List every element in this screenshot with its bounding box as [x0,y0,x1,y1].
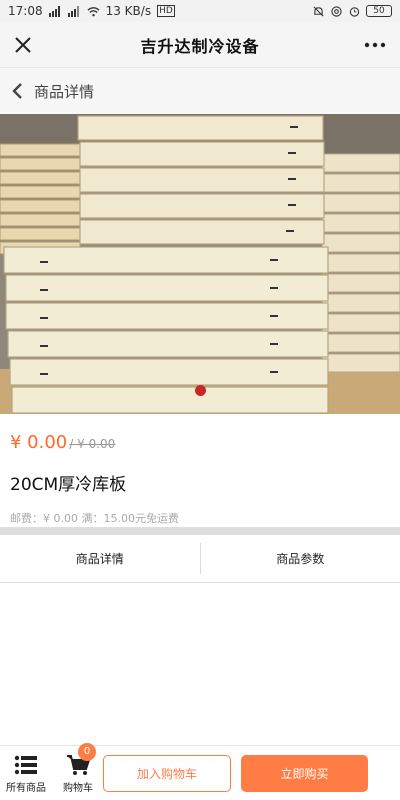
cart-label: 购物车 [63,782,93,794]
carousel-indicator[interactable] [195,385,206,396]
all-products-label: 所有商品 [6,782,46,794]
section-divider [0,527,400,535]
sub-header-title: 商品详情 [34,82,95,101]
signal-icon-2 [67,5,79,17]
detail-tabs: 商品详情 商品参数 [0,535,400,583]
chevron-left-icon [12,83,22,99]
status-time: 17:08 [8,4,43,18]
battery-icon: 50 [366,5,392,17]
price: ¥ 0.00 [10,432,68,453]
alarm-icon [349,6,360,17]
price-row: ¥ 0.00 / ¥ 0.00 [10,432,115,458]
hd-badge: HD [157,5,175,17]
shipping-info: 邮费：¥ 0.00 满：15.00元免运费 [10,512,179,525]
sub-header: 商品详情 [0,68,400,114]
tab-product-details[interactable]: 商品详情 [0,535,200,582]
product-image[interactable] [0,114,400,414]
buy-now-button[interactable]: 立即购买 [241,755,368,792]
bottom-action-bar: 所有商品 购物车 0 加入购物车 立即购买 [0,742,400,800]
all-products-button[interactable]: 所有商品 [0,746,52,800]
wifi-icon [87,6,100,16]
old-price: / ¥ 0.00 [69,437,116,451]
network-speed: 13 KB/s [105,4,152,18]
status-bar: 17:08 13 KB/s HD 50 [0,0,400,22]
at-icon [331,5,342,17]
product-photo [0,114,400,414]
close-icon[interactable] [12,34,34,56]
signal-icon [48,5,60,17]
list-icon [14,755,37,774]
more-icon[interactable] [362,34,388,56]
title-bar: 吉升达制冷设备 [0,22,400,68]
cart-count-badge: 0 [78,742,96,761]
cart-button[interactable]: 购物车 0 [52,742,104,800]
tab-product-params[interactable]: 商品参数 [201,535,400,582]
back-button[interactable] [4,77,32,105]
product-name: 20CM厚冷库板 [10,475,127,495]
page-title: 吉升达制冷设备 [140,36,260,56]
add-to-cart-button[interactable]: 加入购物车 [103,755,231,792]
notification-muted-icon [313,6,324,16]
